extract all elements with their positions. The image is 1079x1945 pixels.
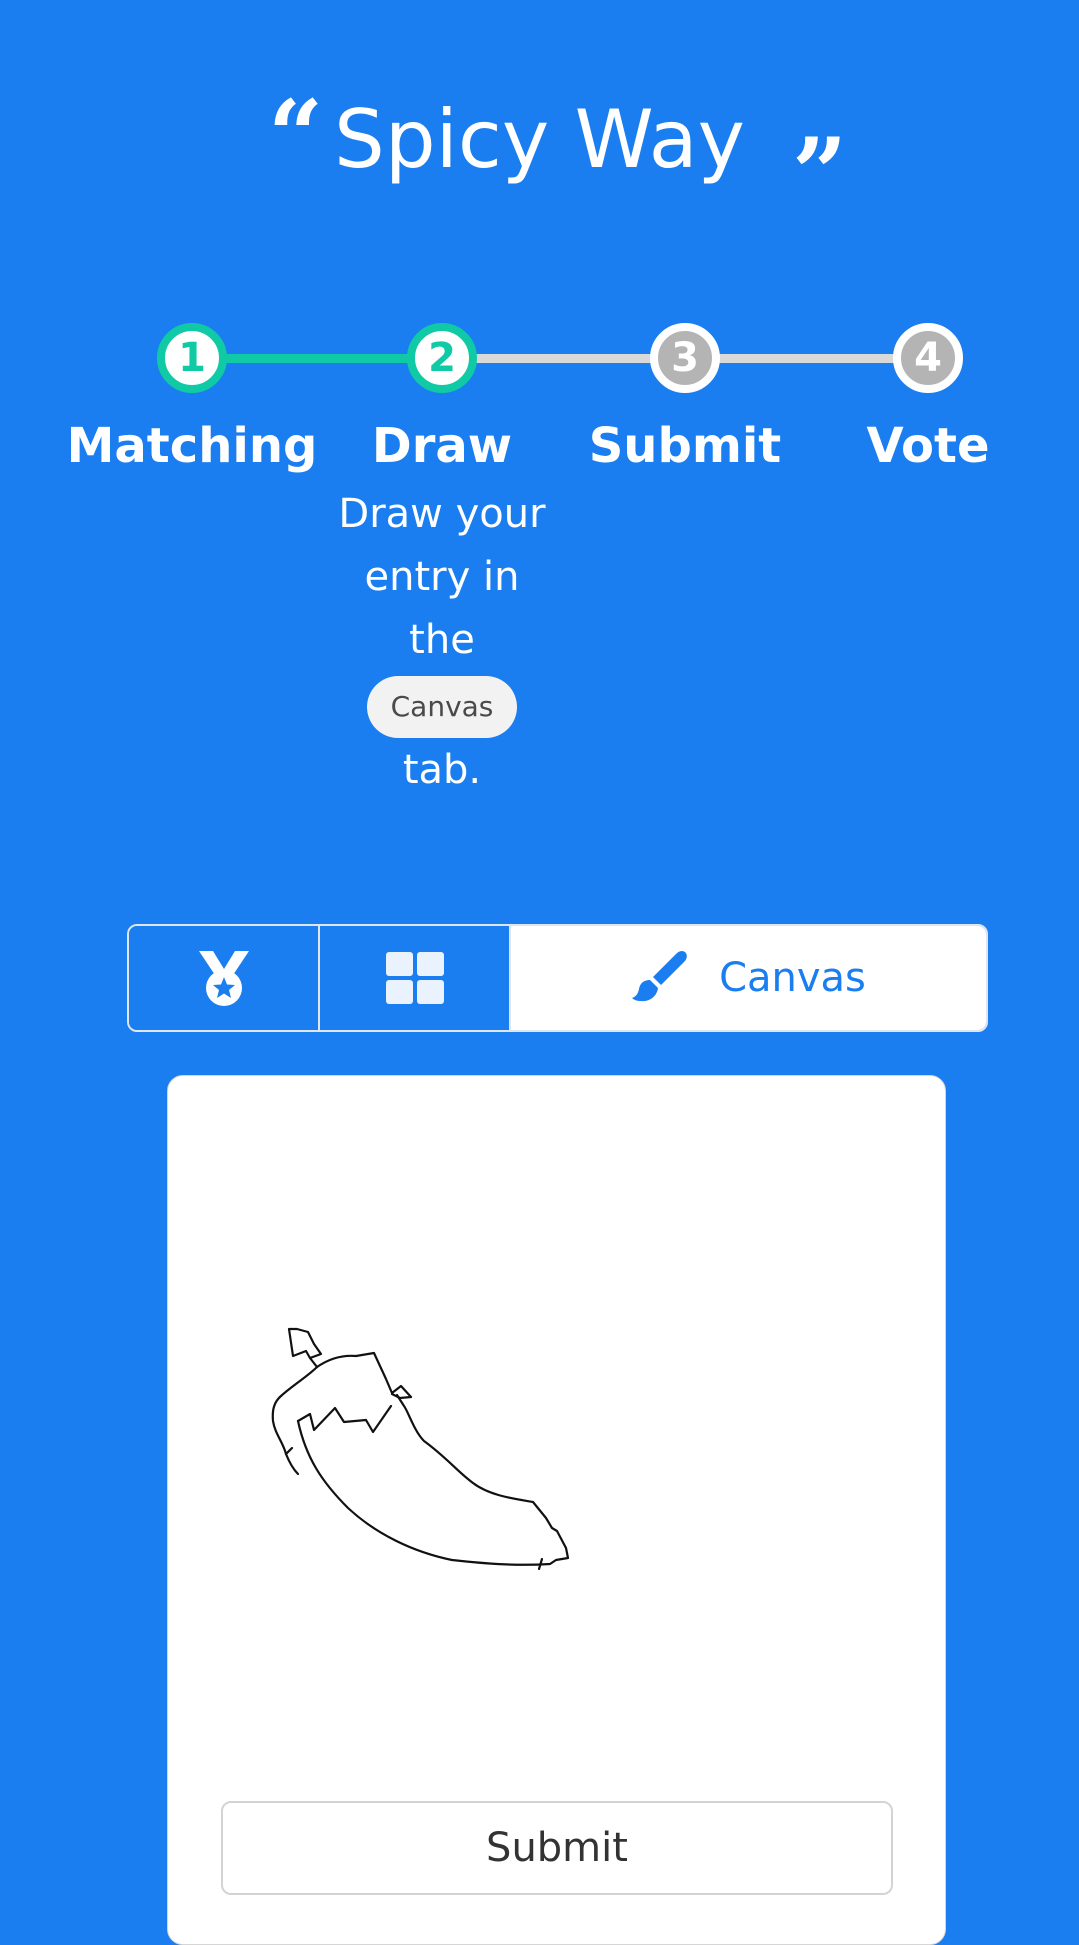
description-line: entry in <box>364 554 520 600</box>
step-2-number: 2 <box>428 335 456 381</box>
header: “ Spicy Way ” <box>0 80 1079 222</box>
grid-icon <box>385 952 444 1004</box>
medal-icon <box>198 951 249 1006</box>
step-3-indicator: 3 <box>650 323 720 393</box>
page-title: Spicy Way <box>334 93 745 186</box>
step-3-number: 3 <box>671 335 699 381</box>
canvas-tab-badge: Canvas <box>366 676 518 738</box>
step-2-indicator: 2 <box>407 323 477 393</box>
step-1-number: 1 <box>178 335 206 381</box>
description-line: tab. <box>402 747 482 793</box>
step-3-label: Submit <box>588 418 782 474</box>
view-tabs: Canvas <box>127 924 988 1032</box>
close-quote-icon: ” <box>792 117 848 230</box>
step-connector-3-4 <box>715 354 895 363</box>
tab-medal[interactable] <box>129 926 320 1030</box>
drawing-canvas[interactable] <box>168 1076 945 1776</box>
tab-canvas[interactable]: Canvas <box>511 926 986 1030</box>
tab-gallery[interactable] <box>320 926 511 1030</box>
step-4-indicator: 4 <box>893 323 963 393</box>
step-1-label: Matching <box>66 418 318 474</box>
paintbrush-icon <box>632 950 687 1002</box>
step-2-label: Draw <box>371 418 513 474</box>
description-line: Draw your <box>338 491 546 537</box>
tab-canvas-label: Canvas <box>719 955 866 1001</box>
step-2-description: Draw your entry in the Canvas tab. <box>332 483 552 802</box>
submit-button[interactable]: Submit <box>221 1801 893 1895</box>
canvas-card: Submit <box>167 1075 946 1945</box>
step-4-number: 4 <box>914 335 942 381</box>
description-line: the <box>409 617 475 663</box>
step-4-label: Vote <box>866 418 990 474</box>
step-1-indicator: 1 <box>157 323 227 393</box>
